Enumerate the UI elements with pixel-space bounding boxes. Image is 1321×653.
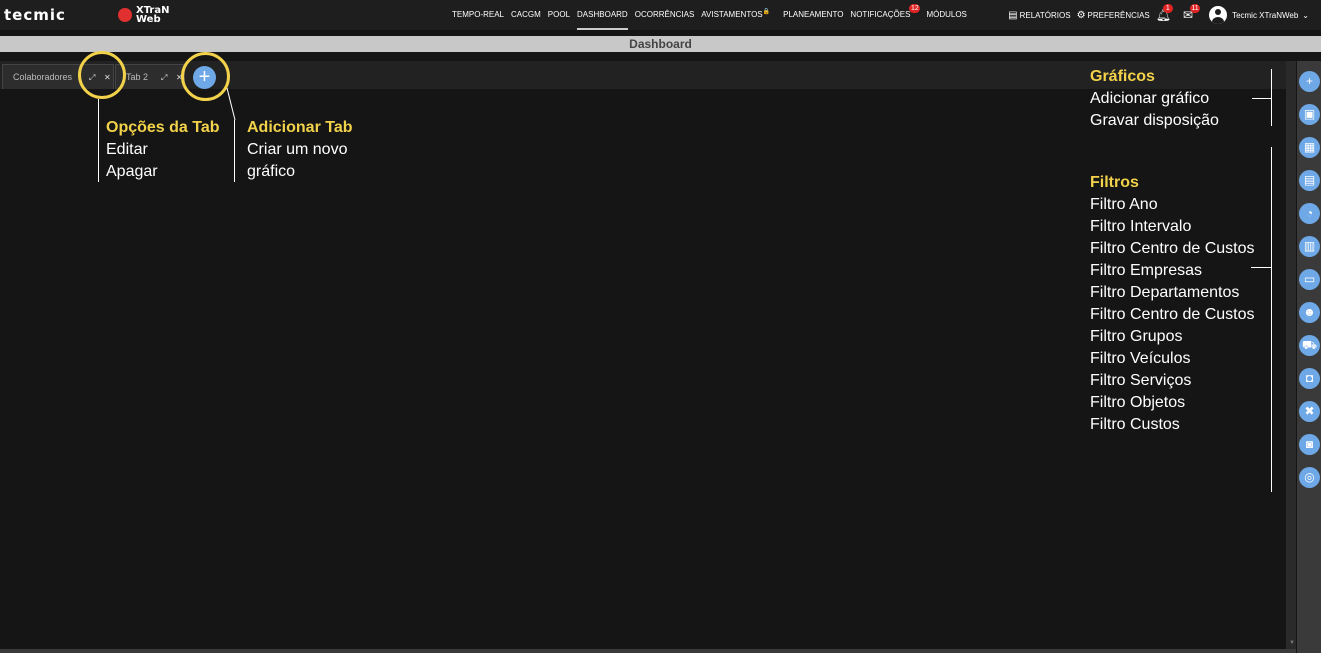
messages-badge: 11 xyxy=(1190,4,1200,13)
xtranweb-logo[interactable]: XTraN Web xyxy=(118,5,188,25)
messages-button[interactable]: ✉ 11 xyxy=(1183,4,1200,22)
nav-notificacoes[interactable]: NOTIFICAÇÕES 12 xyxy=(850,0,921,30)
charts-bracket-tick xyxy=(1252,98,1271,99)
nav-modulos[interactable]: MÓDULOS xyxy=(926,0,966,30)
gear-icon: ⚙ xyxy=(1076,9,1086,21)
filter-vehicles-button[interactable]: ◘ xyxy=(1299,368,1320,389)
user-group-icon: ☻ xyxy=(1303,305,1316,319)
filters-title: Filtros xyxy=(1090,174,1139,191)
avatar xyxy=(1209,6,1228,24)
nav-tempo-real[interactable]: TEMPO-REAL xyxy=(452,0,504,30)
add-tab-callout-line xyxy=(226,87,236,182)
add-tab-highlight xyxy=(181,52,230,101)
tab-options-line: Editar xyxy=(106,141,148,158)
plus-icon: + xyxy=(1305,74,1313,88)
filter-cost-center-2-button[interactable]: ☻ xyxy=(1299,302,1320,323)
xtranweb-logo-text: XTraN Web xyxy=(136,5,170,25)
nav-notificacoes-label: NOTIFICAÇÕES xyxy=(850,10,911,19)
nav-ocorrencias[interactable]: OCORRÊNCIAS xyxy=(635,0,695,30)
tab-options-callout-line xyxy=(98,99,99,182)
tecmic-logo[interactable]: tecmic xyxy=(4,6,66,24)
tab-options-title: Opções da Tab xyxy=(106,119,220,136)
user-name: Tecmic XTraNWeb xyxy=(1232,10,1299,20)
filter-cost-center-button[interactable]: ◔ xyxy=(1299,203,1320,224)
user-menu[interactable]: Tecmic XTraNWeb ⌄ xyxy=(1209,6,1309,24)
nav-avistamentos[interactable]: AVISTAMENTOS🔒 xyxy=(701,0,770,30)
preferences-link[interactable]: ⚙ PREFERÊNCIAS xyxy=(1077,10,1150,21)
nav-dashboard[interactable]: DASHBOARD xyxy=(577,0,628,30)
main-nav: TEMPO-REAL CACGM POOL DASHBOARD OCORRÊNC… xyxy=(452,0,974,30)
filters-annotation: Filtros Filtro Ano Filtro Intervalo Filt… xyxy=(1090,172,1255,436)
save-icon: ▣ xyxy=(1303,107,1316,121)
nav-pool[interactable]: POOL xyxy=(548,0,570,30)
header-tools: ▤ RELATÓRIOS ⚙ PREFERÊNCIAS 🔔︎ 1 ✉ 11 Tecmic… xyxy=(1002,0,1309,30)
edit-tab-icon[interactable]: ⤢ xyxy=(161,65,167,90)
filter-costs-button[interactable]: ◎ xyxy=(1299,467,1320,488)
filter-companies-button[interactable]: ▥ xyxy=(1299,236,1320,257)
lock-icon: 🔒 xyxy=(762,9,771,15)
add-tab-title: Adicionar Tab xyxy=(247,119,353,136)
vertical-scrollbar[interactable] xyxy=(1286,61,1296,651)
tab-options-highlight xyxy=(78,51,126,99)
alerts-badge: 1 xyxy=(1162,4,1173,13)
filter-year-button[interactable]: ▦ xyxy=(1299,137,1320,158)
filter-departments-button[interactable]: ▭ xyxy=(1299,269,1320,290)
filters-bracket-line xyxy=(1271,147,1272,492)
filters-line: Filtro Centro de Custos xyxy=(1090,240,1255,257)
charts-title: Gráficos xyxy=(1090,68,1155,85)
add-chart-button[interactable]: + xyxy=(1299,71,1320,92)
filters-line: Filtro Grupos xyxy=(1090,328,1183,345)
tab-options-annotation: Opções da Tab Editar Apagar xyxy=(106,117,220,183)
coins-icon: ◎ xyxy=(1304,470,1315,484)
filters-line: Filtro Custos xyxy=(1090,416,1180,433)
object-icon: ◙ xyxy=(1305,437,1314,451)
filters-line: Filtro Intervalo xyxy=(1090,218,1192,235)
calendar-range-icon: ▤ xyxy=(1303,173,1316,187)
filter-services-button[interactable]: ✖ xyxy=(1299,401,1320,422)
department-icon: ▭ xyxy=(1303,272,1316,286)
charts-line: Adicionar gráfico xyxy=(1090,90,1210,107)
notifications-badge: 12 xyxy=(909,4,921,13)
filters-line: Filtro Ano xyxy=(1090,196,1158,213)
filter-groups-button[interactable]: ⛟ xyxy=(1299,335,1320,356)
filters-line: Filtro Departamentos xyxy=(1090,284,1240,301)
tab-label: Tab 2 xyxy=(126,72,149,82)
filters-line: Filtro Centro de Custos xyxy=(1090,306,1255,323)
nav-avistamentos-label: AVISTAMENTOS xyxy=(701,10,763,19)
filter-interval-button[interactable]: ▤ xyxy=(1299,170,1320,191)
filter-objects-button[interactable]: ◙ xyxy=(1299,434,1320,455)
charts-annotation: Gráficos Adicionar gráfico Gravar dispos… xyxy=(1090,66,1219,132)
charts-bracket-line xyxy=(1271,69,1272,126)
filters-line: Filtro Veículos xyxy=(1090,350,1191,367)
scroll-down-arrow-icon[interactable]: ▼ xyxy=(1289,640,1295,646)
chevron-down-icon: ⌄ xyxy=(1302,10,1309,20)
top-bar: tecmic XTraN Web TEMPO-REAL CACGM POOL D… xyxy=(0,0,1321,30)
xtranweb-logo-icon xyxy=(118,8,132,22)
charts-line: Gravar disposição xyxy=(1090,112,1219,129)
preferences-label: PREFERÊNCIAS xyxy=(1087,10,1150,20)
reports-label: RELATÓRIOS xyxy=(1019,10,1071,20)
vehicle-group-icon: ⛟ xyxy=(1301,338,1318,352)
filters-line: Filtro Serviços xyxy=(1090,372,1192,389)
page-title: Dashboard xyxy=(0,36,1321,52)
tab-options-line: Apagar xyxy=(106,163,158,180)
car-icon: ◘ xyxy=(1305,371,1314,385)
add-tab-line: Criar um novo xyxy=(247,141,348,158)
filters-line: Filtro Empresas xyxy=(1090,262,1203,279)
cost-center-icon: ◔ xyxy=(1305,206,1314,220)
nav-planeamento[interactable]: PLANEAMENTO xyxy=(783,0,843,30)
building-icon: ▥ xyxy=(1303,239,1316,253)
save-layout-button[interactable]: ▣ xyxy=(1299,104,1320,125)
nav-cacgm[interactable]: CACGM xyxy=(511,0,541,30)
tab-label: Colaboradores xyxy=(13,72,73,82)
filters-line: Filtro Objetos xyxy=(1090,394,1186,411)
tools-icon: ✖ xyxy=(1304,404,1315,418)
alerts-button[interactable]: 🔔︎ 1 xyxy=(1156,4,1173,22)
add-tab-annotation: Adicionar Tab Criar um novo gráfico xyxy=(247,117,353,183)
calendar-icon: ▦ xyxy=(1303,140,1316,154)
bottom-border xyxy=(0,649,1296,653)
document-icon: ▤ xyxy=(1008,9,1018,21)
reports-link[interactable]: ▤ RELATÓRIOS xyxy=(1008,10,1070,21)
add-tab-line: gráfico xyxy=(247,163,296,180)
